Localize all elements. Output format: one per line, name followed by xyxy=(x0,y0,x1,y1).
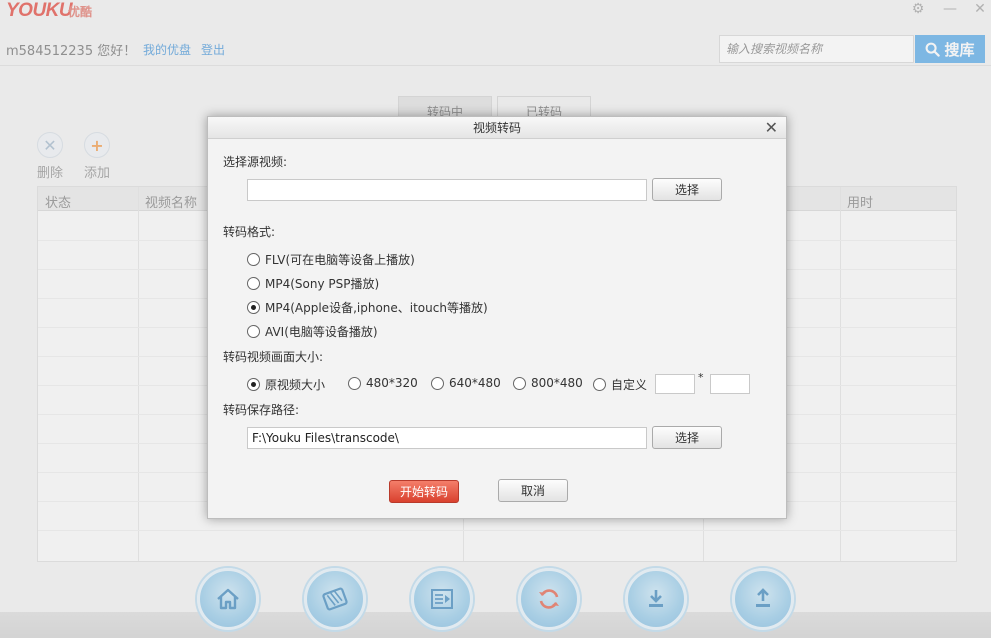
radio-button xyxy=(247,253,260,266)
format-avi-label: AVI(电脑等设备播放) xyxy=(265,325,378,339)
size-custom-label: 自定义 xyxy=(611,378,648,392)
radio-button xyxy=(348,376,361,390)
size-original-label: 原视频大小 xyxy=(265,378,326,392)
radio-button xyxy=(247,277,260,290)
path-label: 转码保存路径: xyxy=(223,403,300,417)
size-480x320-label: 480*320 xyxy=(366,376,418,390)
size-original-radio[interactable]: 原视频大小 xyxy=(247,376,325,393)
cancel-button[interactable]: 取消 xyxy=(498,479,568,502)
custom-width-field[interactable] xyxy=(655,374,695,394)
source-label: 选择源视频: xyxy=(223,155,288,169)
size-800x480-label: 800*480 xyxy=(531,376,583,390)
radio-button-selected xyxy=(247,378,260,391)
radio-button-selected xyxy=(247,301,260,314)
custom-height-field[interactable] xyxy=(710,374,750,394)
format-avi-radio[interactable]: AVI(电脑等设备播放) xyxy=(247,323,378,340)
size-640x480-radio[interactable]: 640*480 xyxy=(431,376,501,390)
size-800x480-radio[interactable]: 800*480 xyxy=(513,376,583,390)
format-flv-radio[interactable]: FLV(可在电脑等设备上播放) xyxy=(247,251,415,268)
dialog-close-icon[interactable]: ✕ xyxy=(765,118,778,138)
start-transcode-button[interactable]: 开始转码 xyxy=(389,480,459,503)
format-mp4-psp-label: MP4(Sony PSP播放) xyxy=(265,277,380,291)
size-label: 转码视频画面大小: xyxy=(223,350,324,364)
format-mp4-apple-radio[interactable]: MP4(Apple设备,iphone、itouch等播放) xyxy=(247,299,488,316)
radio-button xyxy=(431,376,444,390)
browse-path-button[interactable]: 选择 xyxy=(652,426,722,449)
size-480x320-radio[interactable]: 480*320 xyxy=(348,376,418,390)
browse-source-button[interactable]: 选择 xyxy=(652,178,722,201)
custom-size-separator: * xyxy=(698,371,704,384)
format-flv-label: FLV(可在电脑等设备上播放) xyxy=(265,253,415,267)
format-mp4-psp-radio[interactable]: MP4(Sony PSP播放) xyxy=(247,275,379,292)
transcode-dialog: 视频转码 ✕ 选择源视频: 选择 转码格式: FLV(可在电脑等设备上播放) M… xyxy=(207,116,787,519)
format-mp4-apple-label: MP4(Apple设备,iphone、itouch等播放) xyxy=(265,301,488,315)
save-path-field[interactable] xyxy=(247,427,647,449)
radio-button xyxy=(247,325,260,338)
radio-button xyxy=(593,378,606,391)
size-custom-radio[interactable]: 自定义 xyxy=(593,376,647,393)
radio-button xyxy=(513,376,526,390)
source-video-field[interactable] xyxy=(247,179,647,201)
format-label: 转码格式: xyxy=(223,225,276,239)
dialog-title: 视频转码 xyxy=(208,117,786,139)
size-640x480-label: 640*480 xyxy=(449,376,501,390)
